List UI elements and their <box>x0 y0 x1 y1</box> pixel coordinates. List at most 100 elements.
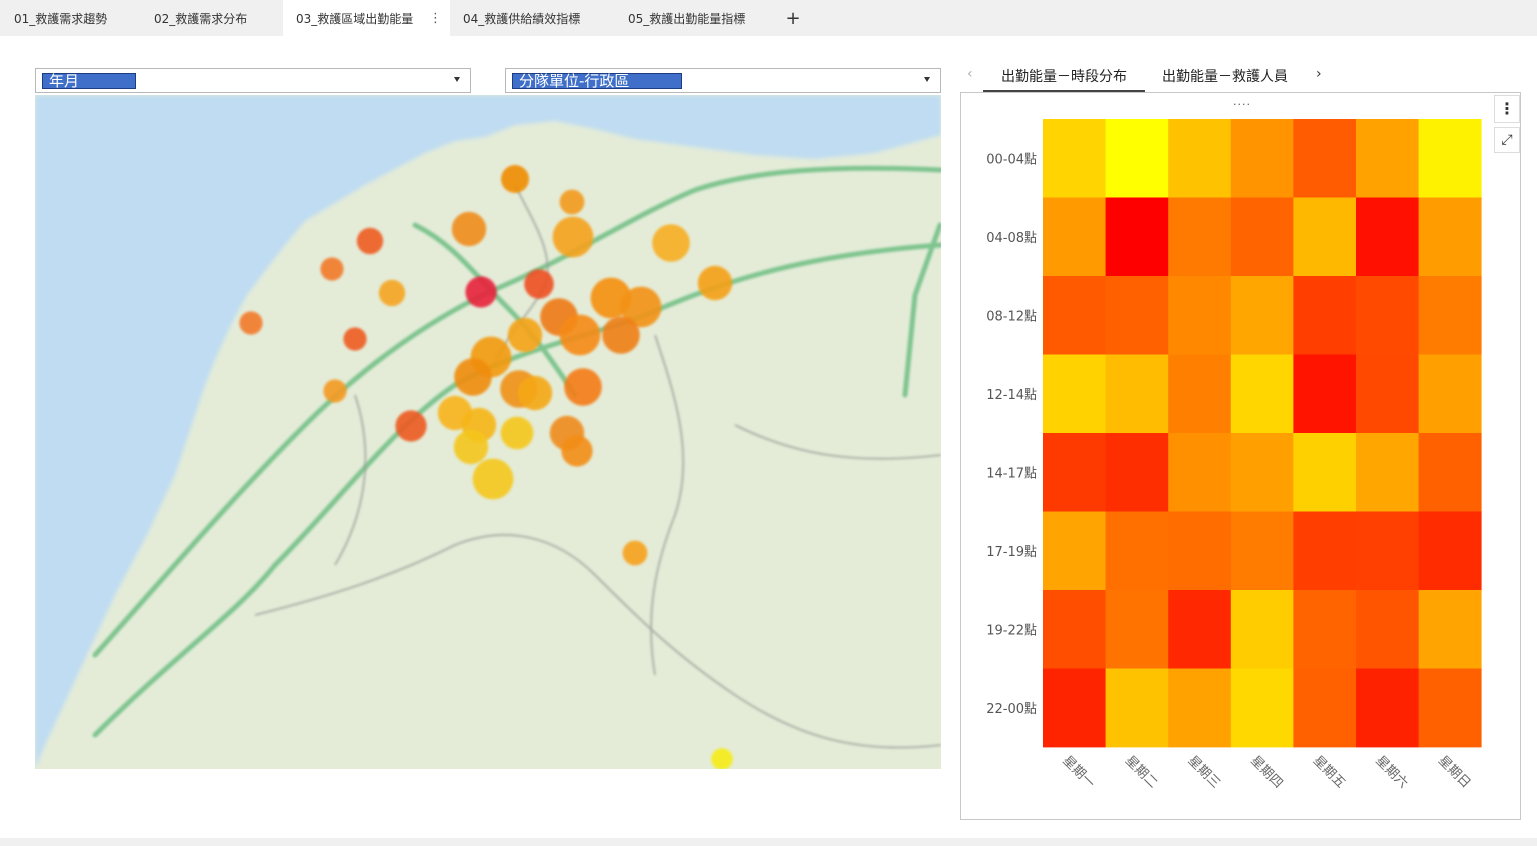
heatmap-cell[interactable] <box>1356 354 1419 434</box>
heatmap-cell[interactable] <box>1043 197 1106 277</box>
heatmap-cell[interactable] <box>1293 119 1357 198</box>
heatmap-cell[interactable] <box>1105 119 1169 198</box>
heatmap-cell[interactable] <box>1418 668 1482 748</box>
map-bubble[interactable] <box>356 227 384 255</box>
heatmap-cell[interactable] <box>1356 668 1419 748</box>
chevron-left-icon[interactable]: ‹ <box>967 66 973 82</box>
heatmap-cell[interactable] <box>1293 590 1357 669</box>
heatmap-cell[interactable] <box>1356 276 1419 355</box>
map-bubble[interactable] <box>239 311 263 335</box>
heatmap-cell[interactable] <box>1168 511 1232 591</box>
heatmap-cell[interactable] <box>1043 511 1106 591</box>
map-bubble[interactable] <box>697 265 733 301</box>
dropdown-arrow-icon[interactable] <box>924 77 930 82</box>
heatmap-cell[interactable] <box>1105 511 1169 591</box>
heatmap-cell[interactable] <box>1230 433 1294 512</box>
heatmap-cell[interactable] <box>1105 590 1169 669</box>
heatmap-cell[interactable] <box>1105 197 1169 277</box>
map-bubble[interactable] <box>711 748 733 769</box>
heatmap-cell[interactable] <box>1168 354 1232 434</box>
more-options-icon[interactable]: ⋮ <box>1494 95 1520 123</box>
map-bubble[interactable] <box>517 375 553 411</box>
more-options-icon[interactable]: ⋮ <box>429 0 442 38</box>
heatmap-cell[interactable] <box>1230 354 1294 434</box>
map-bubble[interactable] <box>507 317 543 353</box>
heatmap-cell[interactable] <box>1293 354 1357 434</box>
heatmap-cell[interactable] <box>1043 119 1106 198</box>
heatmap-cell[interactable] <box>1356 511 1419 591</box>
heatmap-cell[interactable] <box>1230 276 1294 355</box>
map-bubble[interactable] <box>552 216 594 258</box>
map-bubble[interactable] <box>451 211 487 247</box>
map-bubble[interactable] <box>602 316 640 354</box>
heatmap-cell[interactable] <box>1230 119 1294 198</box>
heatmap-cell[interactable] <box>1230 511 1294 591</box>
heatmap-cell[interactable] <box>1356 197 1419 277</box>
map-bubble[interactable] <box>453 429 489 465</box>
heatmap-cell[interactable] <box>1418 197 1482 277</box>
heatmap-chart[interactable]: 00-04點 04-08點 08-12點 12-14點 14-17點 17-19點 19-2… <box>961 93 1522 821</box>
tab-time-distribution[interactable]: 出勤能量－時段分布 <box>983 66 1145 92</box>
heatmap-cell[interactable] <box>1230 668 1294 748</box>
heatmap-cell[interactable] <box>1168 276 1232 355</box>
heatmap-cell[interactable] <box>1356 119 1419 198</box>
heatmap-cell[interactable] <box>1043 276 1106 355</box>
map-bubble[interactable] <box>559 314 601 356</box>
heatmap-card[interactable]: 00-04點 04-08點 08-12點 12-14點 14-17點 17-19點 19-2… <box>960 92 1521 820</box>
focus-mode-icon[interactable]: ⤢ <box>1494 127 1520 153</box>
heatmap-cell[interactable] <box>1293 433 1357 512</box>
map-bubble[interactable] <box>378 279 406 307</box>
heatmap-cell[interactable] <box>1168 197 1232 277</box>
heatmap-cell[interactable] <box>1418 354 1482 434</box>
heatmap-cell[interactable] <box>1168 668 1232 748</box>
map-canvas[interactable] <box>35 95 941 769</box>
heatmap-cell[interactable] <box>1356 590 1419 669</box>
heatmap-cell[interactable] <box>1105 276 1169 355</box>
map-bubble[interactable] <box>652 224 690 262</box>
add-page-icon[interactable]: + <box>784 0 802 36</box>
unit-district-slicer[interactable]: 分隊單位-行政區 <box>505 68 941 93</box>
map-bubble[interactable] <box>465 276 497 308</box>
heatmap-cell[interactable] <box>1105 433 1169 512</box>
heatmap-cell[interactable] <box>1043 668 1106 748</box>
map-bubble[interactable] <box>559 189 585 215</box>
heatmap-cell[interactable] <box>1418 511 1482 591</box>
map-bubble[interactable] <box>343 327 367 351</box>
heatmap-cell[interactable] <box>1293 276 1357 355</box>
map-bubble[interactable] <box>323 379 347 403</box>
heatmap-cell[interactable] <box>1418 590 1482 669</box>
heatmap-cell[interactable] <box>1168 590 1232 669</box>
map-bubble[interactable] <box>524 269 554 299</box>
map-bubble[interactable] <box>395 410 427 442</box>
map-visual[interactable] <box>35 95 941 769</box>
tab-01[interactable]: 01_救護需求趨勢 <box>14 0 107 36</box>
tab-04[interactable]: 04_救護供給績效指標 <box>463 0 580 36</box>
heatmap-cell[interactable] <box>1105 668 1169 748</box>
year-month-slicer[interactable]: 年月 <box>35 68 471 93</box>
heatmap-cell[interactable] <box>1168 433 1232 512</box>
map-bubble[interactable] <box>622 540 648 566</box>
chevron-right-icon[interactable]: › <box>1316 66 1322 82</box>
tab-03-active[interactable]: 03_救護區域出勤能量 ⋮ <box>283 0 450 36</box>
heatmap-cell[interactable] <box>1230 197 1294 277</box>
heatmap-cell[interactable] <box>1418 119 1482 198</box>
tab-rescue-personnel[interactable]: 出勤能量－救護人員 <box>1162 66 1288 92</box>
heatmap-cell[interactable] <box>1293 197 1357 277</box>
heatmap-cell[interactable] <box>1418 276 1482 355</box>
dropdown-arrow-icon[interactable] <box>454 77 460 82</box>
drag-grip[interactable]: .... <box>1233 95 1251 108</box>
heatmap-cell[interactable] <box>1043 354 1106 434</box>
heatmap-cell[interactable] <box>1356 433 1419 512</box>
heatmap-cell[interactable] <box>1293 511 1357 591</box>
map-bubble[interactable] <box>500 416 534 450</box>
map-bubble[interactable] <box>320 257 344 281</box>
map-bubble[interactable] <box>454 358 492 396</box>
tab-05[interactable]: 05_救護出勤能量指標 <box>628 0 745 36</box>
map-bubble[interactable] <box>501 165 529 193</box>
heatmap-cell[interactable] <box>1043 590 1106 669</box>
heatmap-cell[interactable] <box>1043 433 1106 512</box>
heatmap-cell[interactable] <box>1230 590 1294 669</box>
heatmap-cell[interactable] <box>1418 433 1482 512</box>
map-bubble[interactable] <box>564 368 602 406</box>
heatmap-cell[interactable] <box>1105 354 1169 434</box>
